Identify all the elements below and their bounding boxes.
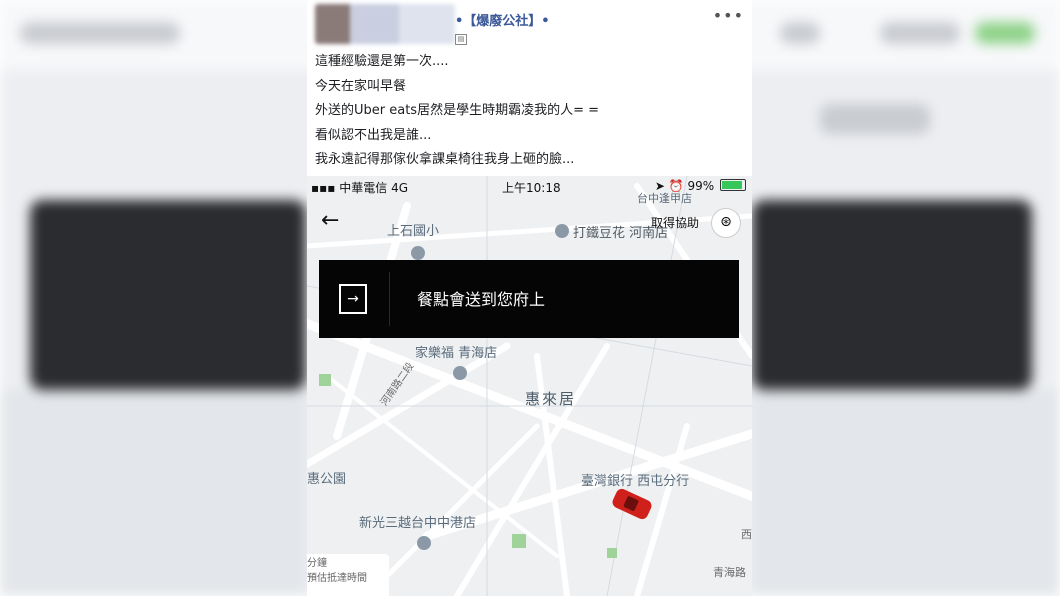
door-enter-icon: → — [339, 284, 367, 314]
signal-icon: ▪▪▪ — [311, 181, 336, 195]
road-label: 青海路 — [713, 566, 746, 579]
blurred-avatar[interactable] — [315, 4, 455, 44]
group-name-link[interactable]: •【爆廢公社】• — [455, 10, 550, 29]
delivery-banner: → 餐點會送到您府上 — [319, 260, 739, 338]
road-label: 西 — [741, 528, 752, 541]
signal-carrier: ▪▪▪ 中華電信 4G — [311, 181, 409, 195]
map-label: 上石國小 — [387, 224, 440, 239]
map-label: 惠公園 — [307, 472, 347, 487]
post-line: 外送的Uber eats居然是學生時期霸凌我的人= = — [315, 103, 599, 118]
map-label: 臺灣銀行 西屯分行 — [581, 474, 690, 489]
eta-card: 分鐘 預估抵達時間 — [307, 554, 389, 596]
map-pin-icon — [555, 224, 569, 238]
blurred-badge — [975, 22, 1035, 44]
lifebuoy-icon[interactable]: ⊛ — [711, 208, 741, 238]
blurred-label — [20, 22, 180, 44]
map-label: 惠來居 — [525, 390, 577, 408]
back-arrow-icon[interactable]: ← — [321, 208, 339, 233]
eta-minutes: 分鐘 — [307, 558, 327, 569]
map-label: 台中逢甲店 — [637, 192, 692, 205]
blurred-banner — [752, 200, 1032, 390]
blurred-label — [880, 22, 960, 44]
banner-divider — [389, 272, 390, 326]
eta-label: 預估抵達時間 — [307, 573, 367, 584]
more-options-icon[interactable]: ••• — [713, 6, 744, 25]
facebook-post: •【爆廢公社】• ▤ ••• 這種經驗還是第一次.... 今天在家叫早餐 外送的… — [307, 0, 752, 596]
status-time: 上午10:18 — [502, 181, 561, 195]
post-line: 看似認不出我是誰... — [315, 127, 432, 143]
blurred-map — [0, 390, 306, 596]
map-pin-icon — [417, 536, 431, 550]
shopping-bag-icon — [453, 366, 467, 380]
street-map — [307, 176, 752, 596]
privacy-icon: ▤ — [455, 34, 467, 45]
phone-screenshot: ▪▪▪ 中華電信 4G 上午10:18 ➤ ⏰ 99% ← 取得協助 ⊛ 上石國… — [307, 176, 752, 596]
blurred-label — [820, 104, 930, 134]
map-label: 打鐵豆花 河南店 — [573, 226, 669, 241]
map-pin-icon — [411, 246, 425, 260]
battery-icon — [720, 179, 746, 191]
banner-message: 餐點會送到您府上 — [417, 290, 546, 309]
blurred-label — [780, 22, 820, 44]
post-text: 這種經驗還是第一次.... 今天在家叫早餐 外送的Uber eats居然是學生時… — [315, 52, 745, 175]
map-label: 家樂福 青海店 — [415, 346, 498, 361]
post-line: 我永遠記得那傢伙拿課桌椅往我身上砸的臉... — [315, 152, 575, 167]
map-label: 新光三越台中中港店 — [359, 516, 477, 531]
post-line: 這種經驗還是第一次.... — [315, 54, 449, 69]
post-line: 今天在家叫早餐 — [315, 78, 407, 94]
post-header: •【爆廢公社】• ▤ ••• — [307, 0, 752, 48]
blurred-banner — [30, 200, 306, 390]
blurred-map — [752, 390, 1060, 596]
